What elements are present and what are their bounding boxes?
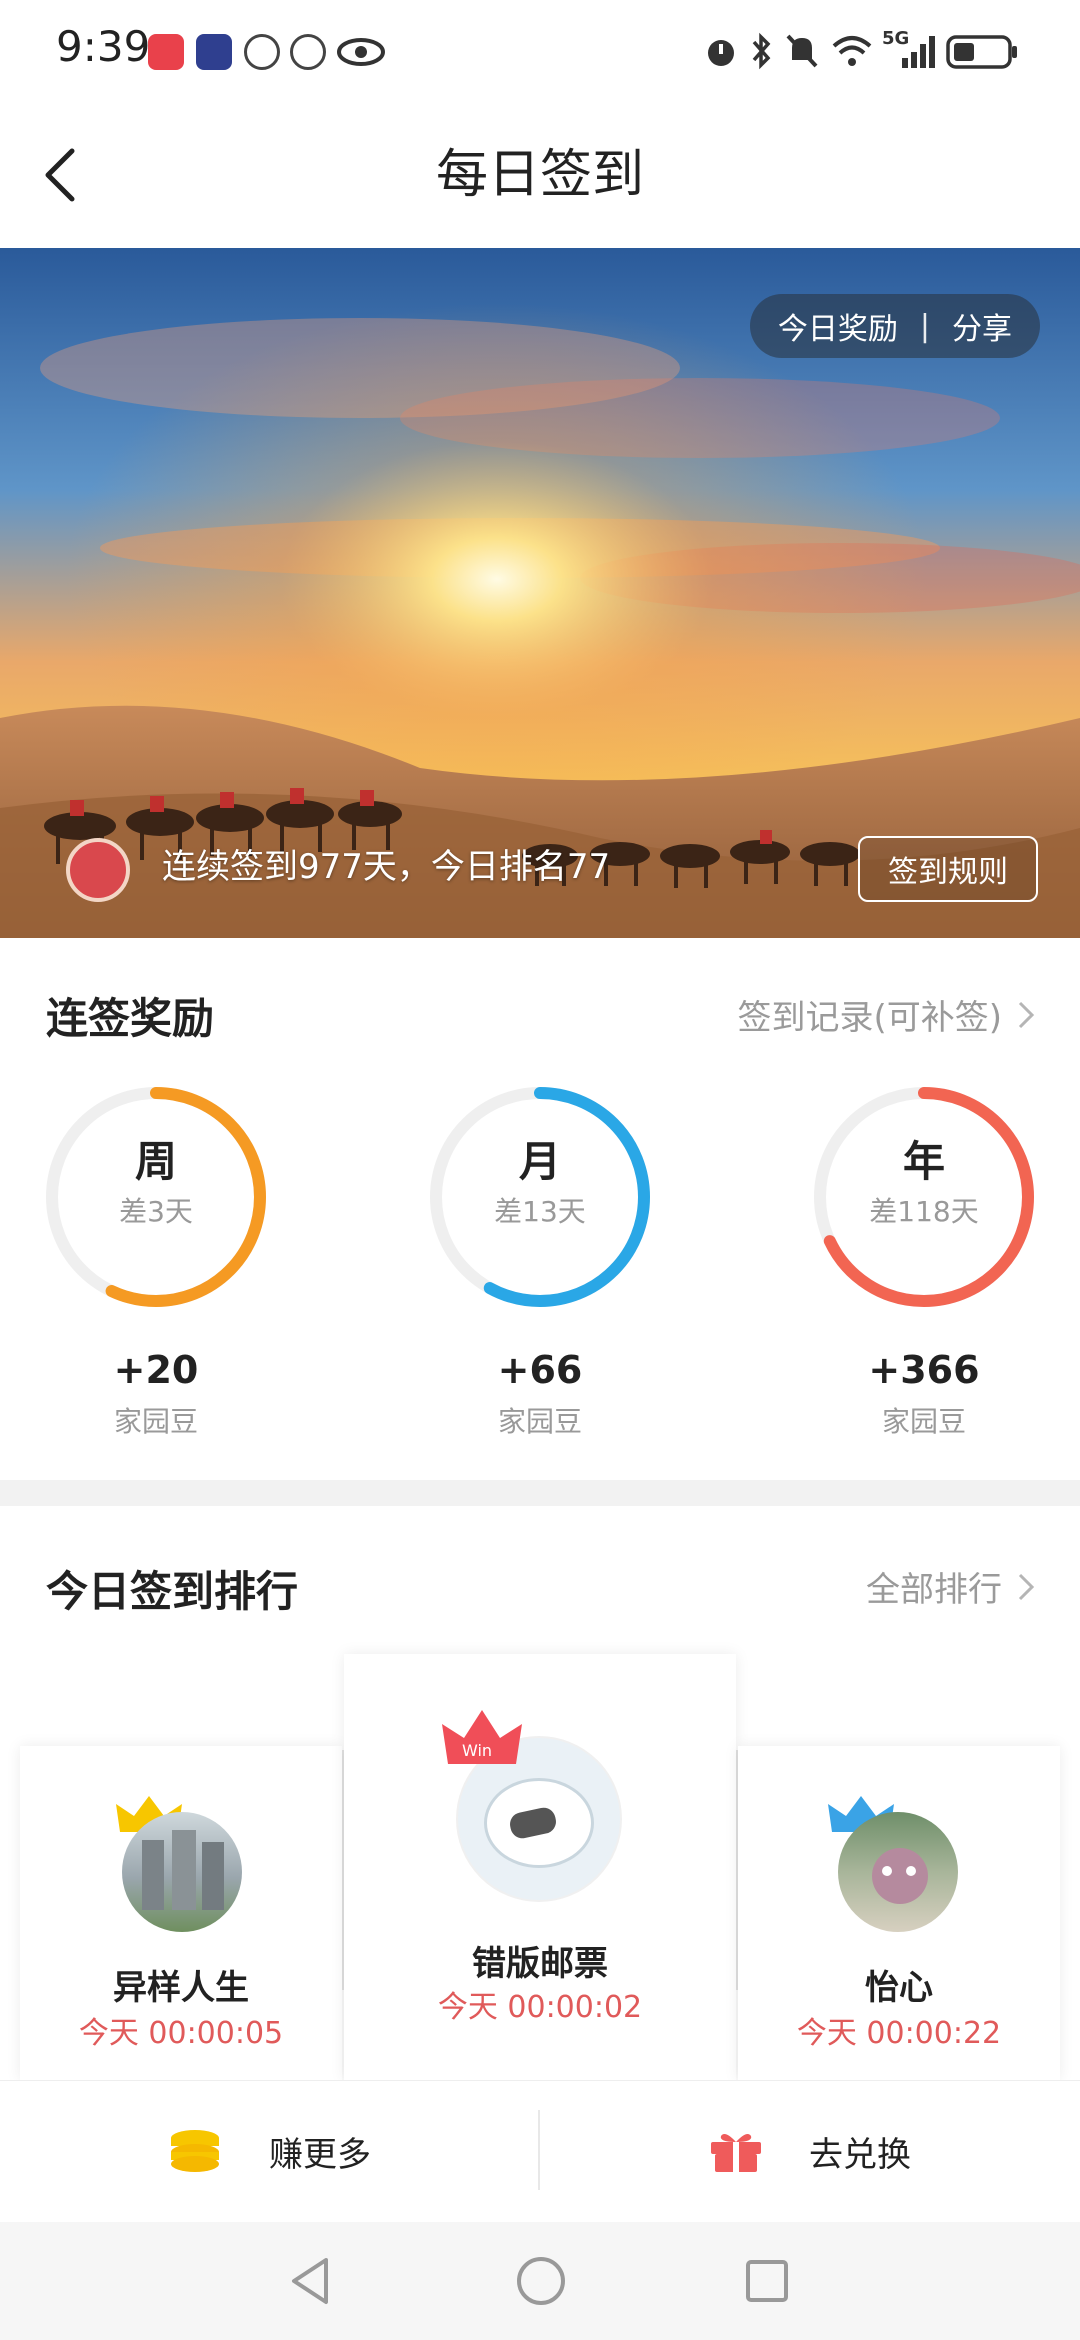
ranking-card-first[interactable]: Win 错版邮票 今天 00:00:02 [344, 1654, 736, 2080]
app-notification-icon [244, 34, 280, 70]
rank-time: 今天 00:00:05 [78, 2016, 284, 2051]
crown-icon: Win [442, 1710, 522, 1764]
all-ranking-link[interactable]: 全部排行 [866, 1562, 1040, 1611]
app-notification-icon [196, 34, 232, 70]
year-label: 年 [902, 1137, 945, 1186]
back-button[interactable] [30, 140, 90, 210]
chevron-right-icon [1018, 1573, 1035, 1600]
earn-more-button[interactable]: 赚更多 [0, 2080, 538, 2222]
month-remaining: 差13天 [494, 1195, 586, 1228]
rank-name: 错版邮票 [472, 1944, 608, 1984]
wifi-icon [832, 36, 872, 66]
battery-icon [946, 35, 1017, 69]
gift-icon [711, 2134, 761, 2172]
reward-share-pill: 今日奖励 | 分享 [749, 294, 1040, 358]
sign-in-record-label: 签到记录(可补签) [737, 998, 1002, 1038]
user-avatar[interactable] [66, 838, 130, 902]
exchange-button[interactable]: 去兑换 [540, 2080, 1080, 2222]
rank-name: 怡心 [865, 1968, 933, 2008]
rank-time: 今天 00:00:02 [437, 1990, 643, 2025]
month-label: 月 [518, 1137, 561, 1186]
year-points: +366 [868, 1348, 980, 1392]
all-ranking-label: 全部排行 [866, 1570, 1002, 1610]
streak-reward-title: 连签奖励 [46, 994, 215, 1043]
status-time: 9:39 [56, 22, 151, 71]
sign-in-record-link[interactable]: 签到记录(可补签) [737, 990, 1040, 1039]
ranking-title: 今日签到排行 [46, 1567, 299, 1616]
pill-separator: | [919, 308, 930, 344]
week-points: +20 [113, 1348, 199, 1392]
rank-time: 今天 00:00:22 [796, 2016, 1002, 2051]
nav-home-icon[interactable] [514, 2254, 568, 2308]
eye-icon [337, 38, 385, 66]
section-divider [0, 1480, 1080, 1506]
rank-avatar [838, 1812, 958, 1932]
ranking-card-third[interactable]: 怡心 今天 00:00:22 [738, 1746, 1060, 2080]
page-title: 每日签到 [435, 145, 644, 205]
year-points-unit: 家园豆 [881, 1405, 966, 1438]
week-points-unit: 家园豆 [113, 1405, 198, 1438]
nav-back-icon[interactable] [286, 2254, 336, 2308]
month-points-unit: 家园豆 [497, 1405, 582, 1438]
week-label: 周 [134, 1137, 177, 1186]
chevron-right-icon [1018, 1001, 1035, 1028]
bluetooth-icon [752, 32, 771, 70]
mute-icon [786, 34, 818, 68]
sign-in-rules-button[interactable]: 签到规则 [858, 836, 1038, 902]
signal-icon [902, 36, 935, 68]
year-remaining: 差118天 [869, 1195, 979, 1228]
ranking-card-second[interactable]: 异样人生 今天 00:00:05 [20, 1746, 342, 2080]
svg-text:Win: Win [462, 1741, 492, 1760]
alarm-icon [708, 40, 734, 66]
back-icon [45, 148, 75, 202]
nav-recents-icon[interactable] [742, 2256, 792, 2306]
rank-name: 异样人生 [113, 1968, 249, 2008]
speedometer-icon [290, 34, 326, 70]
earn-more-label: 赚更多 [269, 2134, 371, 2175]
exchange-label: 去兑换 [809, 2134, 911, 2175]
today-reward-link[interactable]: 今日奖励 [778, 304, 898, 348]
coins-icon [171, 2130, 219, 2172]
month-points: +66 [497, 1348, 583, 1392]
app-notification-icon [148, 34, 184, 70]
week-remaining: 差3天 [119, 1195, 193, 1228]
share-link[interactable]: 分享 [952, 304, 1012, 348]
rank-avatar [122, 1812, 242, 1932]
streak-text: 连续签到977天，今日排名77 [162, 847, 611, 887]
